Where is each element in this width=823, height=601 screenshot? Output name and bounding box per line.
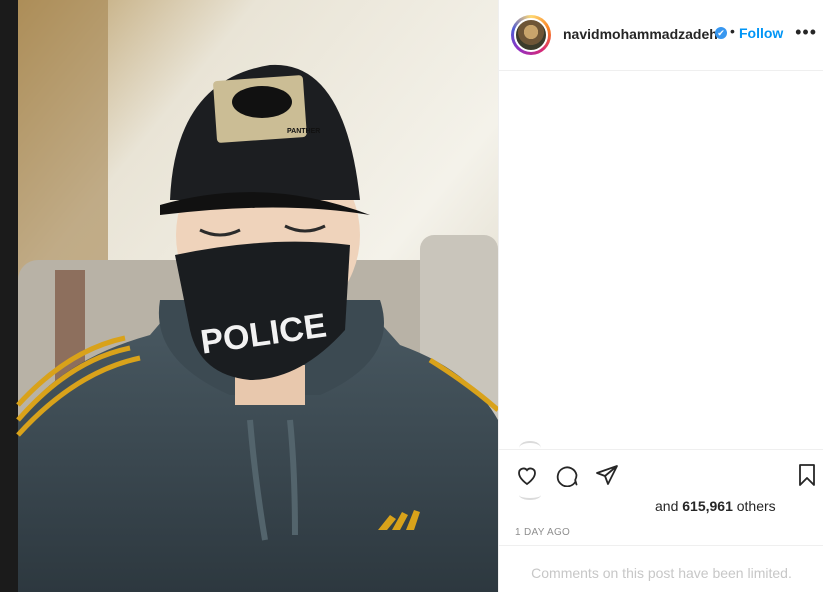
- comments-area: [499, 71, 823, 450]
- likes-suffix: others: [732, 498, 776, 514]
- post-sidebar: navidmohammadzadeh ✔ • Follow ••• and 61…: [498, 0, 823, 592]
- heart-icon[interactable]: [515, 463, 541, 489]
- comments-limited-notice: Comments on this post have been limited.: [499, 545, 823, 592]
- action-bar: [499, 450, 823, 496]
- likes-prefix: and: [655, 498, 683, 514]
- follow-button[interactable]: Follow: [739, 25, 783, 41]
- post-header: navidmohammadzadeh ✔ • Follow •••: [499, 0, 823, 71]
- comment-icon[interactable]: [555, 463, 581, 489]
- share-icon[interactable]: [595, 463, 621, 489]
- post-photo[interactable]: POLICE PANTHER: [0, 0, 498, 592]
- more-options-icon[interactable]: •••: [795, 22, 817, 43]
- liker-avatar-stub: [519, 490, 541, 500]
- bookmark-icon[interactable]: [795, 463, 821, 489]
- post-timestamp[interactable]: 1 DAY AGO: [515, 527, 570, 538]
- verified-badge-icon: ✔: [715, 27, 727, 39]
- likes-count[interactable]: 615,961: [682, 498, 733, 514]
- avatar-image: [514, 18, 548, 52]
- separator-dot: •: [730, 23, 735, 39]
- post-photo-image: POLICE PANTHER: [16, 0, 498, 592]
- author-username[interactable]: navidmohammadzadeh: [563, 26, 718, 42]
- cap-badge-text: PANTHER: [287, 128, 320, 135]
- author-avatar[interactable]: [511, 15, 551, 55]
